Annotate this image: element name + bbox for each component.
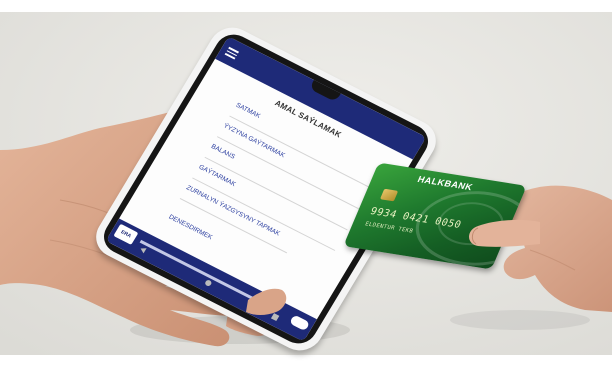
card-holder-name: ELDENTUR TEKB (363, 221, 414, 235)
nav-home-icon[interactable] (204, 279, 213, 288)
nav-recent-icon[interactable] (270, 313, 280, 321)
card-chip-icon (379, 188, 399, 202)
photo-scene: AMAL SAÝLAMAK SATMAK ÝYZYNA GAÝTARMAK BA… (0, 0, 612, 365)
nav-back-icon[interactable] (139, 246, 147, 254)
hamburger-menu-icon[interactable] (224, 46, 240, 60)
card-bank-name: HALKBANK (416, 174, 475, 193)
